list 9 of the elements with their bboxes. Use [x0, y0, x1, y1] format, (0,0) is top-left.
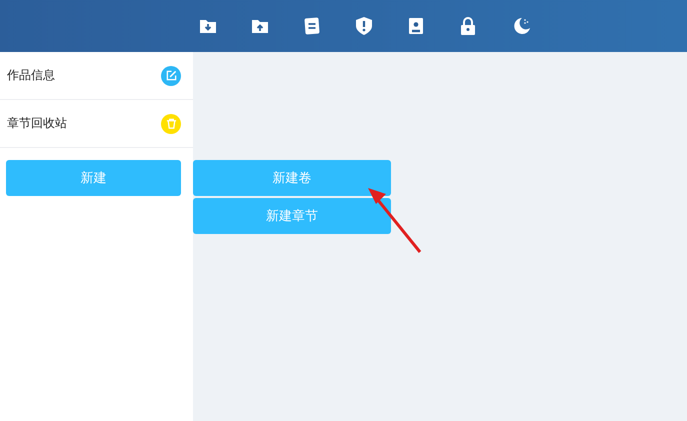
contact-card-icon[interactable] [406, 16, 426, 36]
menu-item[interactable]: 新建章节 [193, 198, 391, 234]
lock-icon[interactable] [458, 16, 478, 36]
sidebar-item-label[interactable]: 章节回收站 [7, 115, 67, 132]
note-icon[interactable] [302, 16, 322, 36]
new-button[interactable]: 新建 [6, 160, 181, 196]
menu-item[interactable]: 新建卷 [193, 160, 391, 196]
shield-alert-icon[interactable] [354, 16, 374, 36]
sidebar-item-label[interactable]: 作品信息 [7, 67, 55, 84]
